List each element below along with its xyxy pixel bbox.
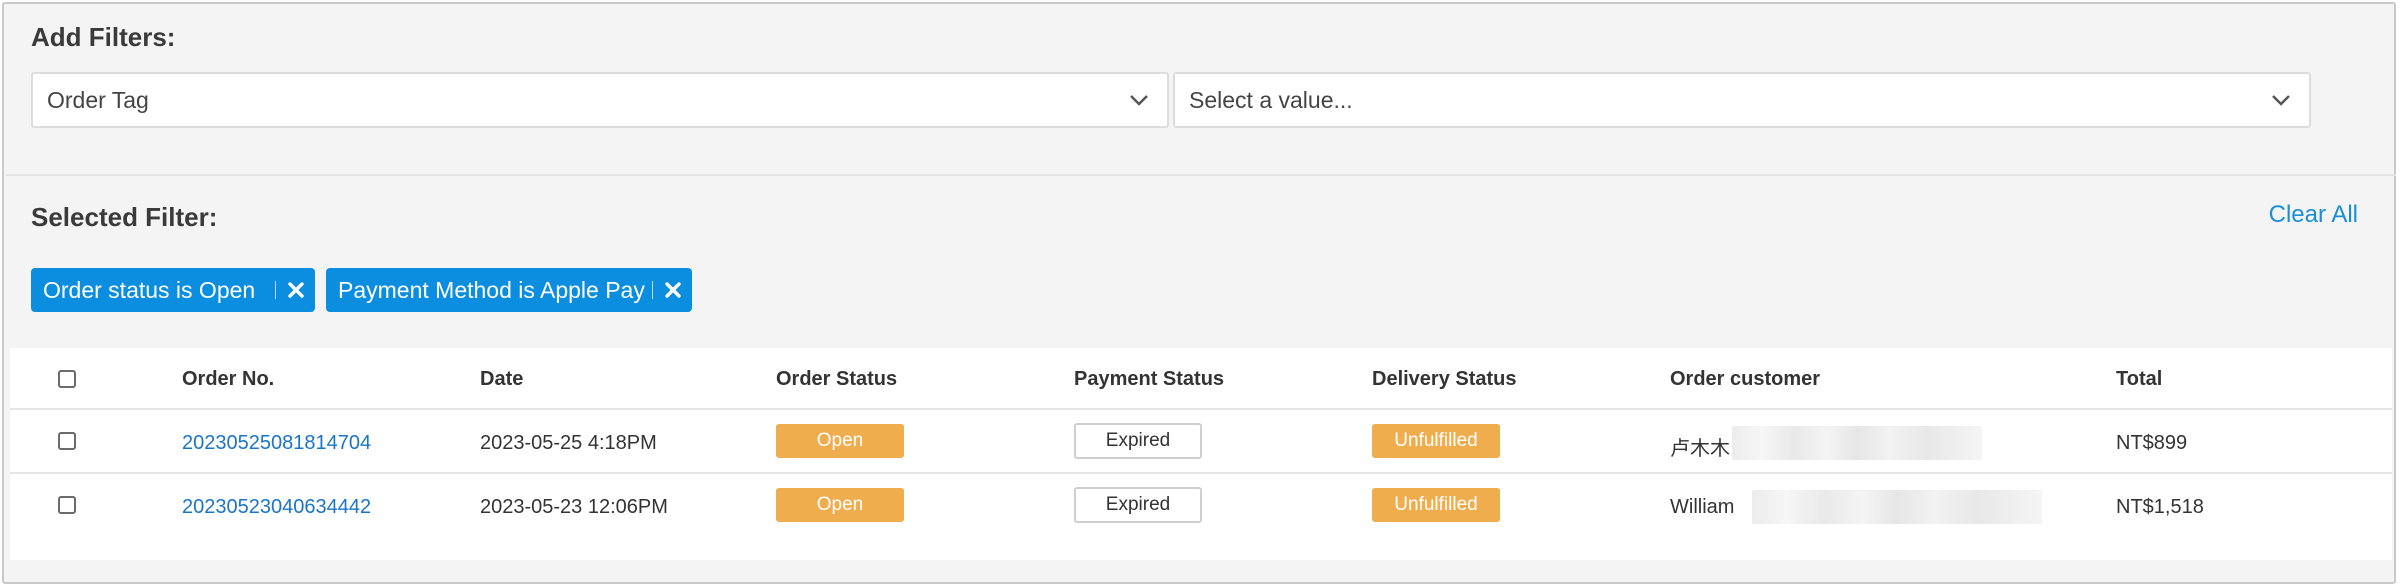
- filter-chip-label: Order status is Open: [43, 277, 256, 303]
- selected-filter-title: Selected Filter:: [31, 202, 218, 232]
- orders-table: Order No. Date Order Status Payment Stat…: [10, 348, 2392, 560]
- order-status-badge: Open: [776, 424, 904, 458]
- order-status-badge: Open: [776, 488, 904, 522]
- payment-status-badge: Expired: [1074, 487, 1202, 523]
- section-divider: [6, 174, 2396, 176]
- order-number-link[interactable]: 20230523040634442: [182, 496, 371, 519]
- column-header-order-status[interactable]: Order Status: [776, 368, 897, 391]
- redacted-customer-info: [1752, 490, 2042, 524]
- close-icon[interactable]: [287, 281, 305, 299]
- payment-status-badge: Expired: [1074, 423, 1202, 459]
- order-date: 2023-05-25 4:18PM: [480, 432, 657, 454]
- filter-field-value: Order Tag: [47, 87, 149, 113]
- select-all-checkbox[interactable]: [58, 370, 76, 388]
- column-header-order-no[interactable]: Order No.: [182, 368, 274, 391]
- column-header-delivery-status[interactable]: Delivery Status: [1372, 368, 1517, 391]
- column-header-total[interactable]: Total: [2116, 368, 2162, 391]
- row-checkbox[interactable]: [58, 432, 76, 450]
- filter-field-select[interactable]: Order Tag: [31, 72, 1169, 128]
- filter-chip-order-status: Order status is Open: [31, 268, 315, 312]
- filter-value-placeholder: Select a value...: [1189, 87, 1353, 113]
- column-header-date[interactable]: Date: [480, 368, 523, 391]
- chevron-down-icon: [1130, 95, 1148, 106]
- order-number-link[interactable]: 20230525081814704: [182, 432, 371, 455]
- row-checkbox[interactable]: [58, 496, 76, 514]
- order-total: NT$1,518: [2116, 496, 2204, 518]
- customer-name: William: [1670, 496, 1735, 518]
- row-divider: [10, 472, 2392, 474]
- filter-panel: Add Filters: Order Tag Select a value...…: [2, 2, 2396, 584]
- clear-all-link[interactable]: Clear All: [2269, 201, 2358, 229]
- redacted-customer-info: [1732, 426, 1982, 460]
- chip-separator: [652, 281, 653, 299]
- order-date: 2023-05-23 12:06PM: [480, 496, 668, 518]
- chevron-down-icon: [2272, 95, 2290, 106]
- column-header-order-customer[interactable]: Order customer: [1670, 368, 1820, 391]
- row-divider: [10, 408, 2392, 410]
- filter-value-select[interactable]: Select a value...: [1173, 72, 2311, 128]
- customer-name: 卢木木: [1670, 438, 1730, 460]
- filter-chip-payment-method: Payment Method is Apple Pay: [326, 268, 692, 312]
- add-filters-title: Add Filters:: [31, 22, 176, 52]
- delivery-status-badge: Unfulfilled: [1372, 488, 1500, 522]
- column-header-payment-status[interactable]: Payment Status: [1074, 368, 1224, 391]
- delivery-status-badge: Unfulfilled: [1372, 424, 1500, 458]
- chip-separator: [275, 281, 276, 299]
- close-icon[interactable]: [664, 281, 682, 299]
- filter-chip-label: Payment Method is Apple Pay: [338, 277, 645, 303]
- order-total: NT$899: [2116, 432, 2188, 454]
